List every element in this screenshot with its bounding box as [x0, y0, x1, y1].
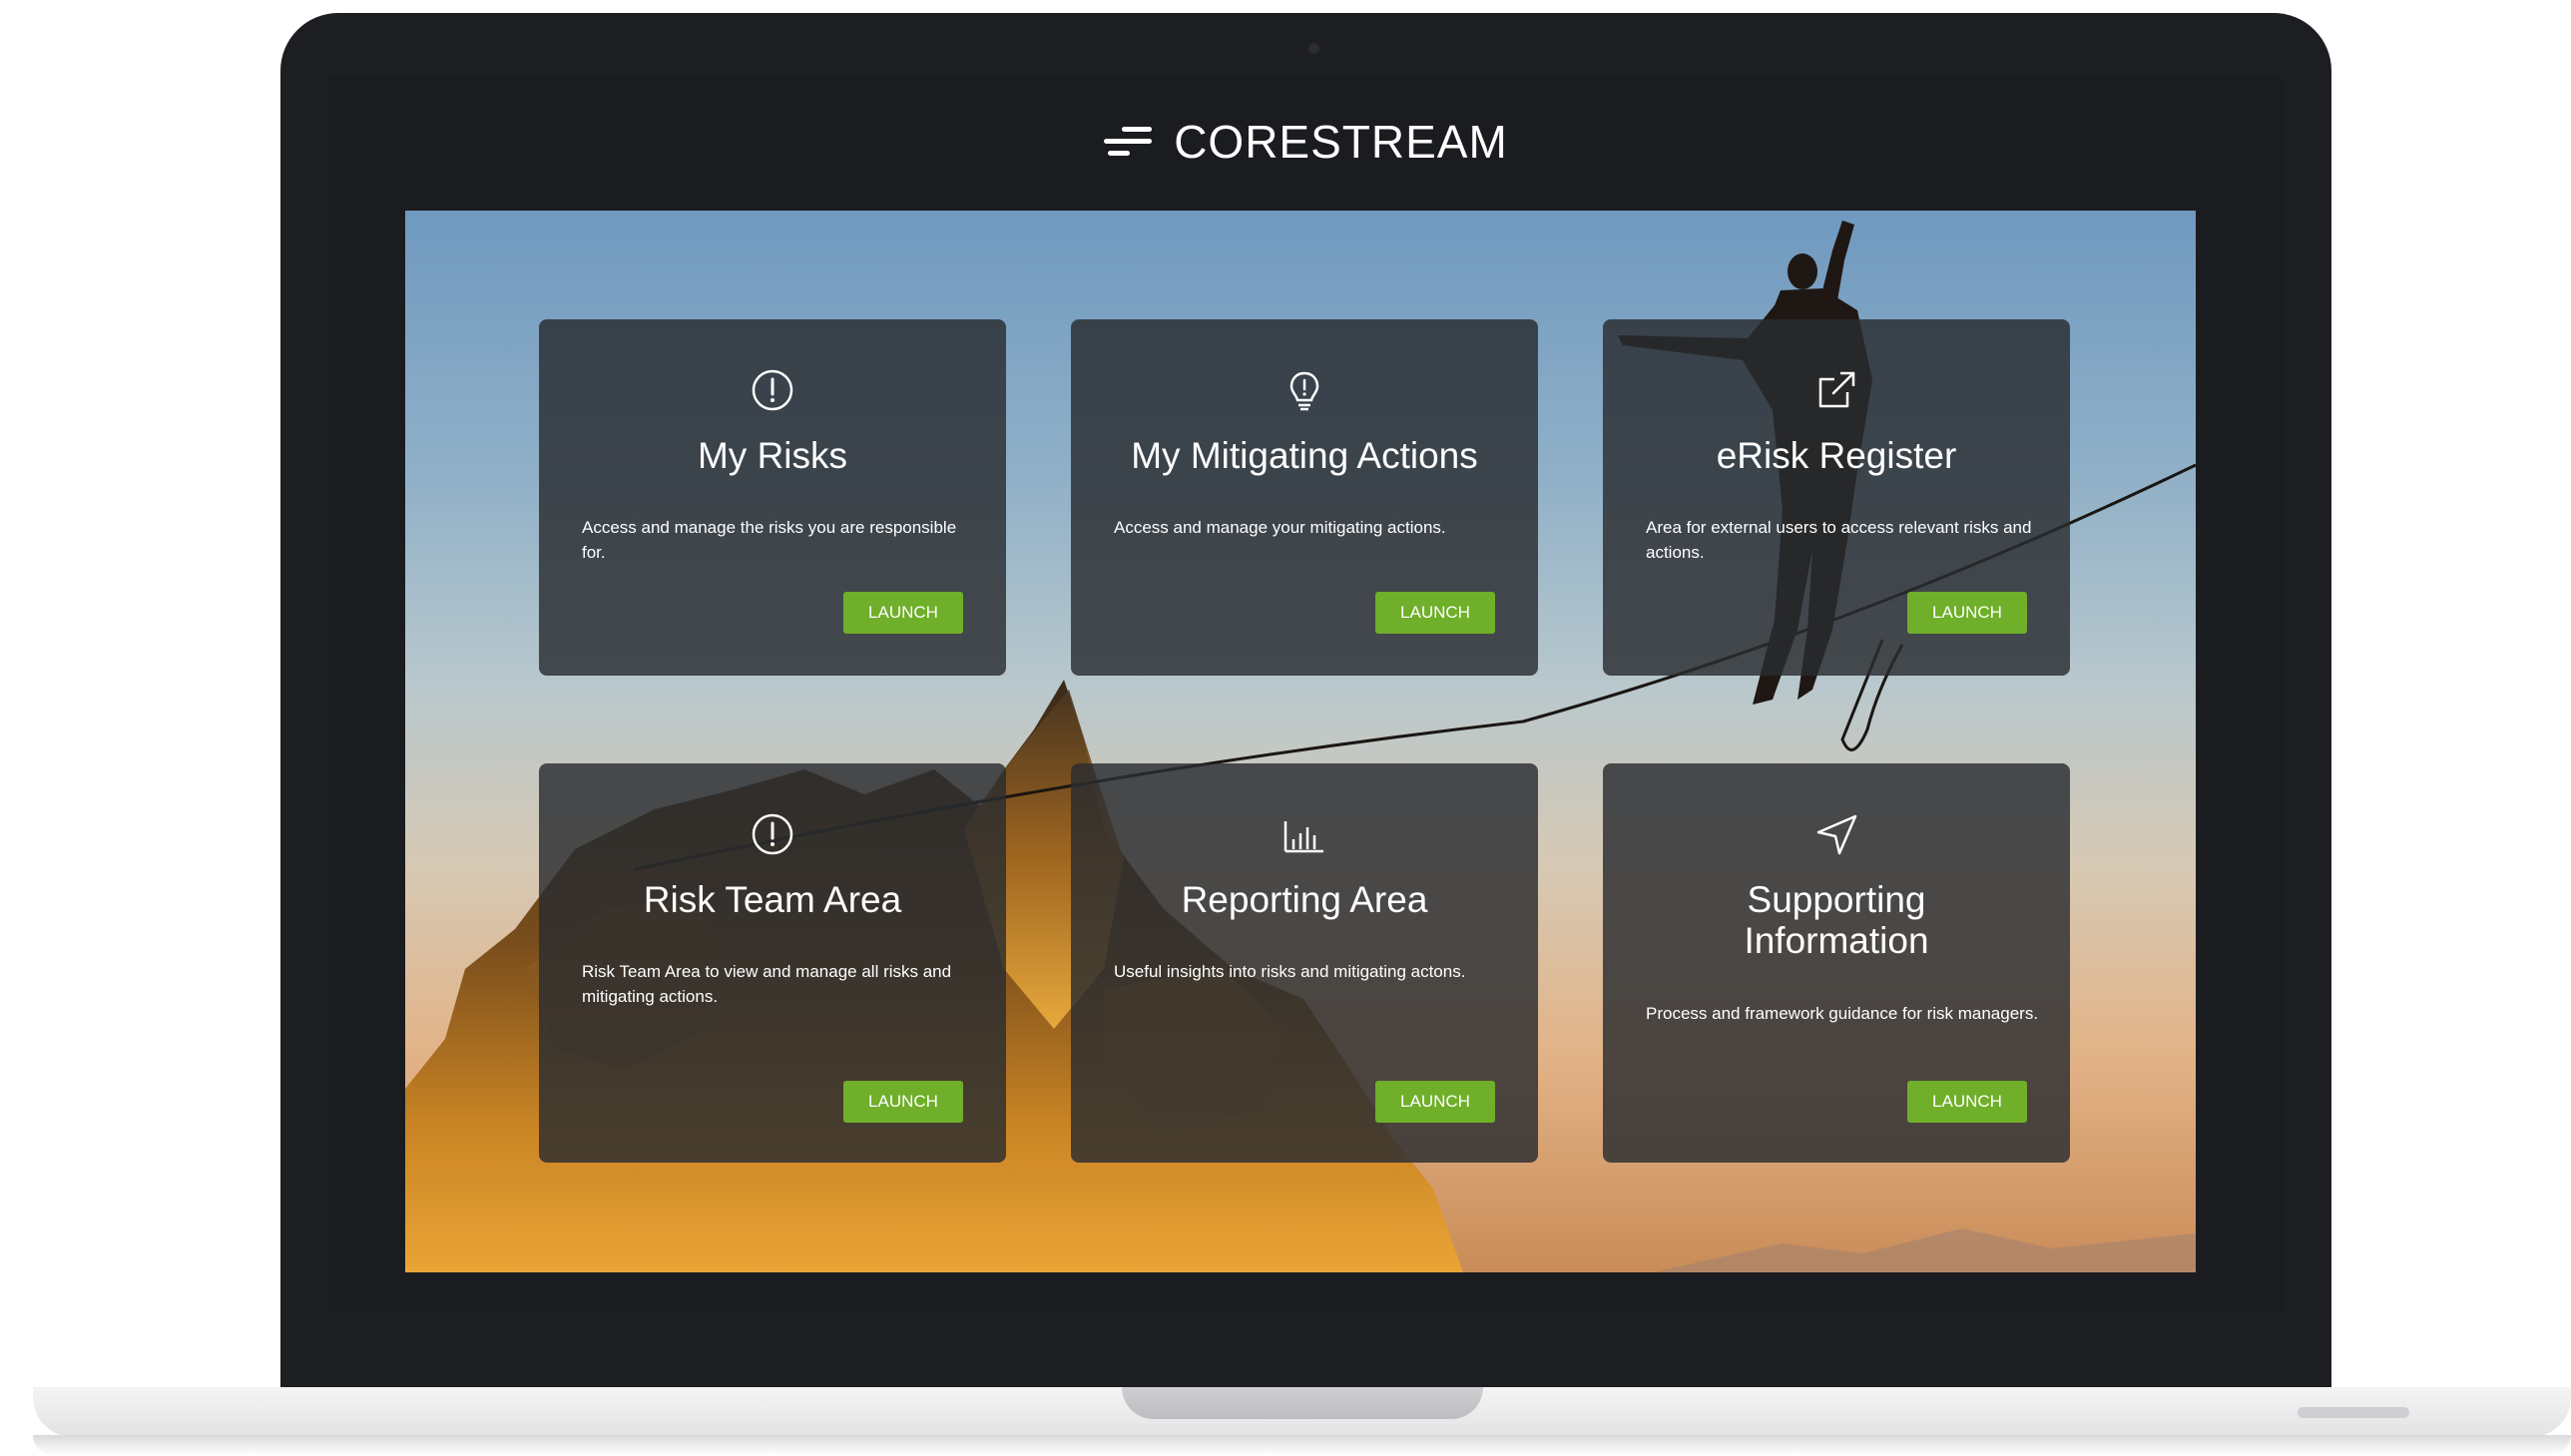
- laptop-base-shadow: [33, 1435, 2571, 1455]
- external-link-icon: [1818, 371, 1855, 408]
- tile-description: Risk Team Area to view and manage all ri…: [582, 962, 952, 1006]
- alert-circle-icon: [752, 813, 793, 855]
- tile-title: My Mitigating Actions: [1131, 435, 1478, 476]
- laptop-slot: [2298, 1407, 2409, 1418]
- launch-supporting-information-button[interactable]: LAUNCH: [1907, 1081, 2027, 1123]
- tile-supporting-information: Supporting Information Process and frame…: [1603, 763, 2070, 1163]
- launch-reporting-area-button[interactable]: LAUNCH: [1375, 1081, 1495, 1123]
- lightbulb-icon: [1289, 371, 1319, 411]
- launch-risk-team-area-button[interactable]: LAUNCH: [843, 1081, 963, 1123]
- tile-reporting-area: Reporting Area Useful insights into risk…: [1071, 763, 1538, 1163]
- tile-title: eRisk Register: [1716, 435, 1957, 476]
- tile-description: Access and manage your mitigating action…: [1114, 518, 1446, 537]
- tile-description: Area for external users to access releva…: [1646, 518, 2032, 562]
- tile-erisk-register: eRisk Register Area for external users t…: [1603, 319, 2070, 676]
- navigation-arrow-icon: [1816, 814, 1857, 855]
- launch-erisk-register-button[interactable]: LAUNCH: [1907, 592, 2027, 634]
- tile-description: Process and framework guidance for risk …: [1646, 1004, 2039, 1023]
- alert-circle-icon: [752, 369, 793, 411]
- header: CORESTREAM: [329, 77, 2283, 207]
- tile-my-mitigating-actions: My Mitigating Actions Access and manage …: [1071, 319, 1538, 676]
- tile-my-risks: My Risks Access and manage the risks you…: [539, 319, 1006, 676]
- brand-name: CORESTREAM: [1174, 116, 1508, 168]
- tile-title: Reporting Area: [1181, 879, 1428, 920]
- camera: [1308, 43, 1319, 54]
- hero-background: My Risks Access and manage the risks you…: [405, 211, 2196, 1272]
- tile-title: Risk Team Area: [643, 879, 902, 920]
- tile-description: Useful insights into risks and mitigatin…: [1114, 962, 1466, 981]
- tile-risk-team-area: Risk Team Area Risk Team Area to view an…: [539, 763, 1006, 1163]
- tile-title: My Risks: [697, 435, 848, 476]
- laptop-notch: [1122, 1387, 1483, 1419]
- tile-description: Access and manage the risks you are resp…: [582, 518, 957, 562]
- launch-my-risks-button[interactable]: LAUNCH: [843, 592, 963, 634]
- corestream-logo-icon: [1104, 125, 1153, 159]
- screen: CORESTREAM My Risks Access and manage th…: [329, 77, 2283, 1313]
- brand-logo[interactable]: CORESTREAM: [1104, 115, 1508, 169]
- launch-my-mitigating-actions-button[interactable]: LAUNCH: [1375, 592, 1495, 634]
- bar-chart-icon: [1284, 821, 1323, 853]
- tile-title: Supporting Information: [1744, 879, 1929, 961]
